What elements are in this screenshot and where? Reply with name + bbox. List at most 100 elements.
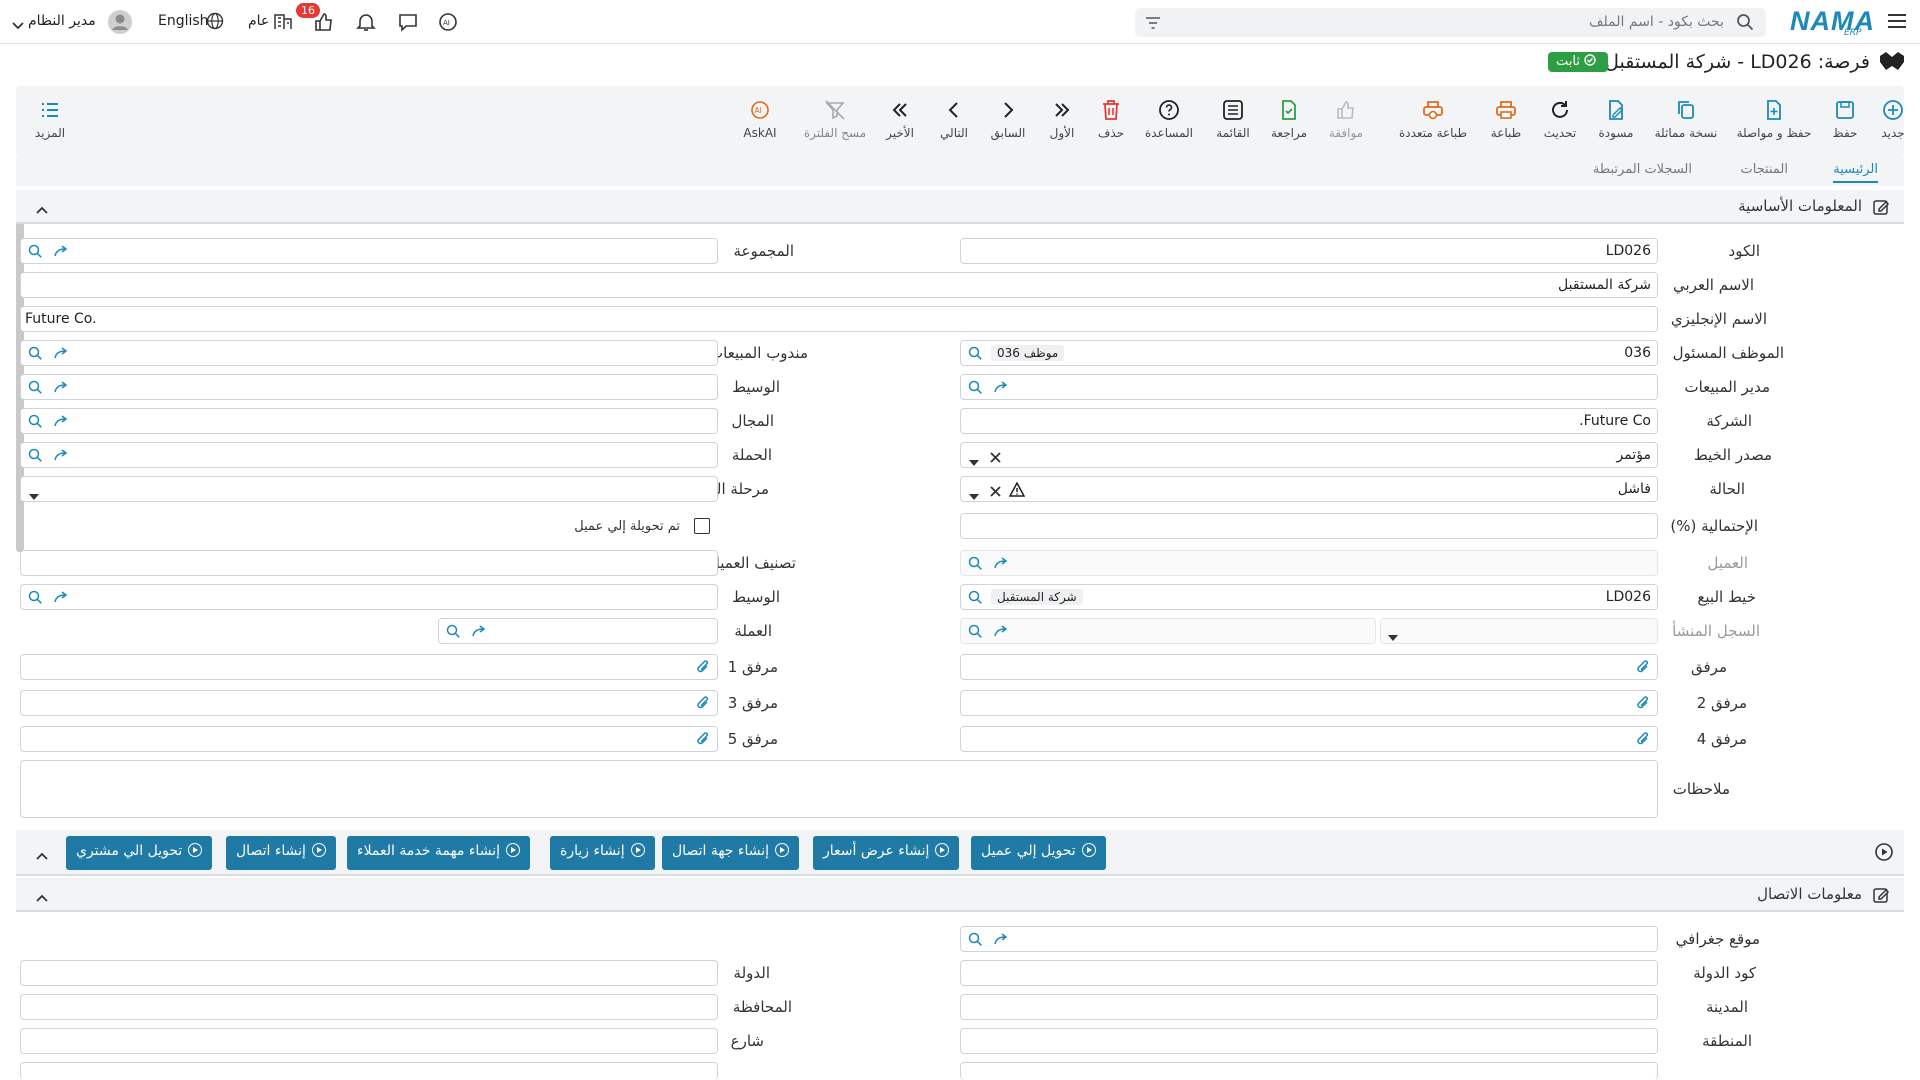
lookup-search-icon[interactable] [967,623,983,643]
duplicate-button[interactable]: نسخة مماثلة [1646,98,1726,140]
convert-to-customer-button[interactable]: تحويل إلي عميل [971,836,1106,870]
attachment1-field[interactable] [20,654,718,680]
lookup-search-icon[interactable] [27,345,43,365]
paperclip-icon[interactable] [1635,659,1651,679]
filter-icon[interactable] [1145,15,1161,34]
basic-info-header[interactable]: المعلومات الأساسية [16,190,1904,224]
broker2-field[interactable] [20,584,718,610]
paperclip-icon[interactable] [1635,695,1651,715]
ai-icon[interactable]: AI [436,10,460,38]
multi-print-button[interactable]: طباعة متعددة [1386,98,1480,140]
convert-to-buyer-button[interactable]: تحويل الي مشتري [66,836,213,870]
tab-products[interactable]: المنتجات [1740,162,1788,177]
geo-location-field[interactable] [960,926,1658,952]
dropdown-caret-icon[interactable] [29,486,39,505]
dropdown-caret-icon[interactable] [969,452,979,471]
create-visit-button[interactable]: إنشاء زيارة [550,836,655,870]
origin-record-lookup[interactable] [960,618,1376,644]
review-button[interactable]: مراجعة [1260,98,1318,140]
save-continue-button[interactable]: حفظ و مواصلة [1726,98,1822,140]
approve-button[interactable]: موافقة [1316,98,1376,140]
lookup-search-icon[interactable] [27,447,43,467]
city-field[interactable] [960,994,1658,1020]
arabic-name-field[interactable]: شركة المستقبل [20,272,1658,298]
chevron-up-icon[interactable] [36,888,48,907]
clear-filter-button[interactable]: مسح الفلترة [794,98,876,140]
broker-field[interactable] [20,374,718,400]
search-input[interactable]: بحث بكود - اسم الملف [1135,8,1766,37]
area-field[interactable] [960,1028,1658,1054]
open-link-icon[interactable] [53,413,69,433]
open-link-icon[interactable] [53,345,69,365]
customer-field[interactable] [960,550,1658,576]
play-circle-icon[interactable] [1874,842,1894,866]
lookup-search-icon[interactable] [27,413,43,433]
lead-source-select[interactable]: مؤتمر [960,442,1658,468]
first-button[interactable]: الأول [1036,98,1088,140]
campaign-field[interactable] [20,442,718,468]
contact-info-header[interactable]: معلومات الاتصال [16,878,1904,912]
next-button[interactable]: التالي [928,98,980,140]
open-link-icon[interactable] [53,243,69,263]
attachment3-field[interactable] [20,690,718,716]
street-field[interactable] [20,1028,718,1054]
group-field[interactable] [20,238,718,264]
open-link-icon[interactable] [993,931,1009,951]
open-link-icon[interactable] [53,379,69,399]
hamburger-menu-icon[interactable] [1886,11,1908,35]
language-switch[interactable]: English [158,13,209,29]
lookup-search-icon[interactable] [967,379,983,399]
user-name[interactable]: مدير النظام [28,13,96,29]
print-button[interactable]: طباعة [1478,98,1534,140]
chevron-up-icon[interactable] [36,846,48,865]
lookup-search-icon[interactable] [967,931,983,951]
tab-main[interactable]: الرئيسية [1833,162,1878,183]
sales-rep-field[interactable] [20,340,718,366]
open-link-icon[interactable] [53,447,69,467]
avatar[interactable] [108,10,132,38]
dropdown-caret-icon[interactable] [969,486,979,505]
sales-manager-field[interactable] [960,374,1658,400]
attachment4-field[interactable] [960,726,1658,752]
lookup-search-icon[interactable] [445,623,461,643]
english-name-field[interactable]: Future Co. [20,306,1658,332]
lookup-search-icon[interactable] [27,379,43,399]
lookup-search-icon[interactable] [967,345,983,365]
create-contact-button[interactable]: إنشاء جهة اتصال [662,836,800,870]
paperclip-icon[interactable] [1635,731,1651,751]
delete-button[interactable]: حذف [1088,98,1134,140]
open-link-icon[interactable] [993,623,1009,643]
currency-field[interactable] [438,618,718,644]
lookup-search-icon[interactable] [27,589,43,609]
help-button[interactable]: المساعدة [1132,98,1206,140]
origin-record-field[interactable] [1380,618,1658,644]
chevron-up-icon[interactable] [36,200,48,219]
bell-icon[interactable] [354,10,378,38]
scope-label[interactable]: عام [248,13,269,29]
country-code-field[interactable] [960,960,1658,986]
sales-stage-select[interactable] [20,476,718,502]
country-field[interactable] [20,960,718,986]
sales-lead-field[interactable]: LD026 شركة المستقبل [960,584,1658,610]
governorate-field[interactable] [20,994,718,1020]
employee-field[interactable]: 036 موظف 036 [960,340,1658,366]
lookup-search-icon[interactable] [967,589,983,609]
clear-icon[interactable] [989,483,1002,502]
open-link-icon[interactable] [471,623,487,643]
draft-button[interactable]: مسودة [1588,98,1644,140]
attachment5-field[interactable] [20,726,718,752]
paperclip-icon[interactable] [695,659,711,679]
lookup-search-icon[interactable] [27,243,43,263]
create-quotation-button[interactable]: إنشاء عرض أسعار [813,836,960,870]
list-button[interactable]: القائمة [1204,98,1262,140]
lookup-search-icon[interactable] [967,555,983,575]
paperclip-icon[interactable] [695,731,711,751]
globe-icon[interactable] [206,12,224,34]
open-link-icon[interactable] [993,555,1009,575]
open-link-icon[interactable] [993,379,1009,399]
askai-button[interactable]: AI AskAI [732,98,788,140]
converted-checkbox[interactable] [694,518,710,534]
field-domain-field[interactable] [20,408,718,434]
refresh-button[interactable]: تحديث [1532,98,1588,140]
create-call-button[interactable]: إنشاء اتصال [226,836,336,870]
